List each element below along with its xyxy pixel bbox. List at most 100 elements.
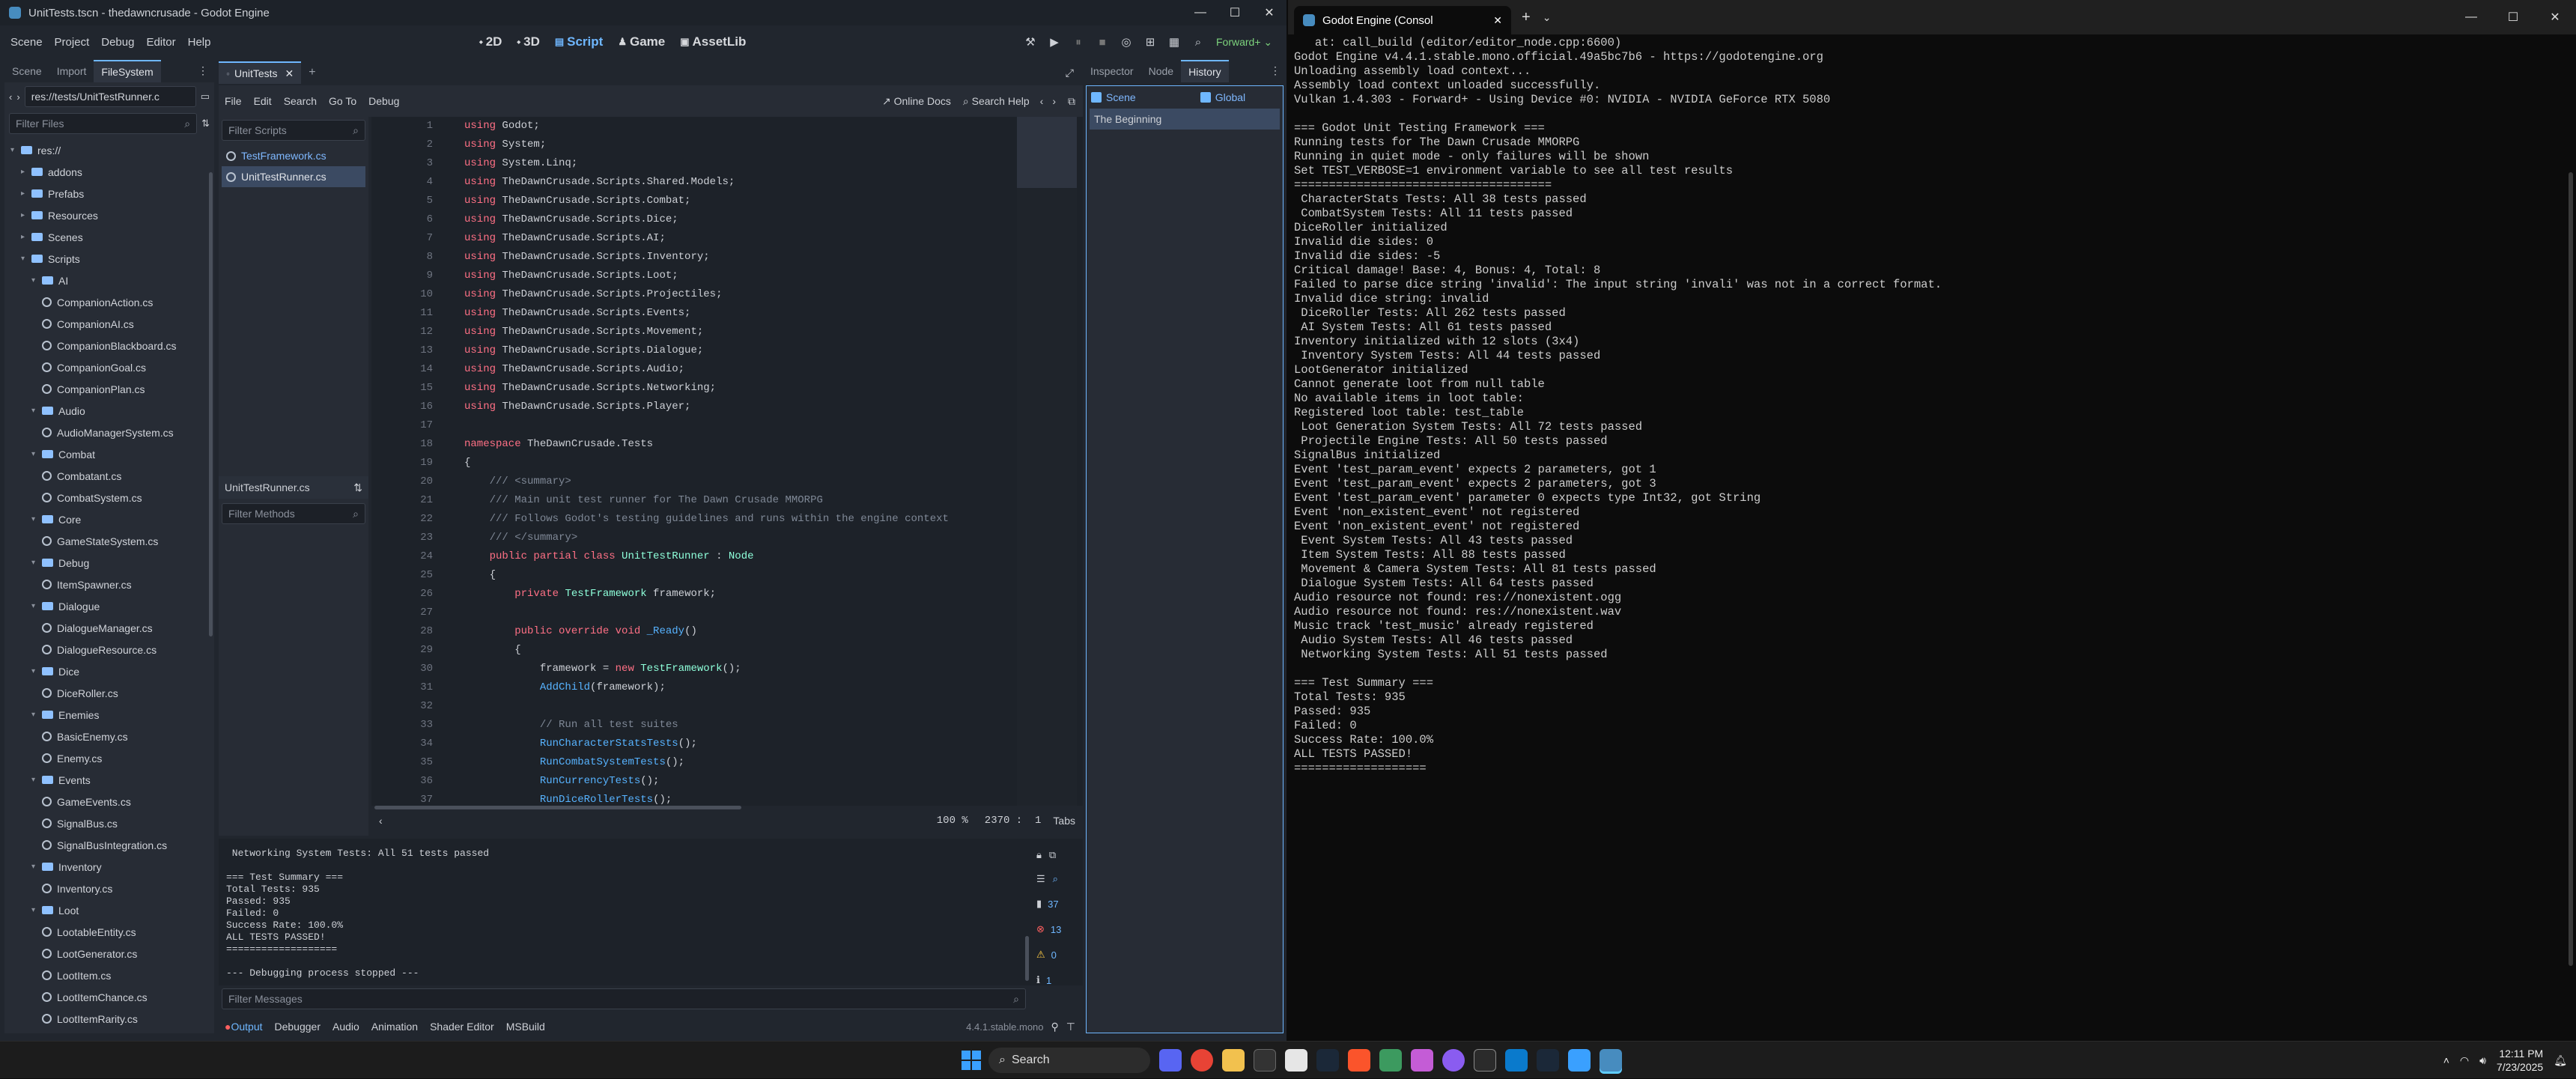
code-line[interactable]: RunCharacterStatsTests();	[464, 735, 981, 753]
code-line[interactable]: using TheDawnCrusade.Scripts.Player;	[464, 398, 981, 416]
bottom-tab-animation[interactable]: Animation	[365, 1021, 424, 1033]
code-line[interactable]: /// Follows Godot's testing guidelines a…	[464, 510, 981, 529]
minimize-button[interactable]: —	[2450, 0, 2492, 34]
file-tree-item[interactable]: CompanionBlackboard.cs	[4, 335, 214, 356]
console-tab[interactable]: Godot Engine (Consol ✕	[1294, 6, 1511, 34]
new-tab-icon[interactable]: +	[1522, 9, 1531, 26]
code-line[interactable]	[464, 697, 981, 716]
brave-icon[interactable]	[1348, 1049, 1370, 1072]
code-line[interactable]: RunCurrencyTests();	[464, 772, 981, 791]
script-menu-file[interactable]: File	[219, 95, 248, 107]
minimize-button[interactable]: —	[1183, 0, 1218, 25]
paint-icon[interactable]	[1379, 1049, 1402, 1072]
vscode-icon[interactable]	[1505, 1049, 1528, 1072]
mode-3d[interactable]: ⬩ 3D	[509, 34, 547, 49]
code-line[interactable]: using TheDawnCrusade.Scripts.Combat;	[464, 192, 981, 210]
script-menu-debug[interactable]: Debug	[362, 95, 405, 107]
code-line[interactable]	[464, 416, 981, 435]
notepad-icon[interactable]	[1568, 1049, 1591, 1072]
file-tree-item[interactable]: CompanionGoal.cs	[4, 356, 214, 378]
code-line[interactable]: using TheDawnCrusade.Scripts.Shared.Mode…	[464, 173, 981, 192]
code-line[interactable]: /// <summary>	[464, 472, 981, 491]
code-text[interactable]: using Godot; using System; using System.Li…	[464, 117, 981, 806]
indent-mode[interactable]: Tabs	[1053, 815, 1075, 827]
file-tree-item[interactable]: ▾ Enemies	[4, 704, 214, 726]
discord-icon[interactable]	[1159, 1049, 1182, 1072]
code-line[interactable]: using TheDawnCrusade.Scripts.Audio;	[464, 360, 981, 379]
file-tree-item[interactable]: GameStateSystem.cs	[4, 530, 214, 552]
script-item-unittestrunner[interactable]: UnitTestRunner.cs	[222, 166, 365, 187]
sort-icon[interactable]: ⇅	[201, 118, 210, 130]
taskbar-search[interactable]: ⌕ Search	[988, 1048, 1150, 1073]
file-tree-item[interactable]: SignalBus.cs	[4, 812, 214, 834]
code-line[interactable]: public override void _Ready()	[464, 622, 981, 641]
file-tree-item[interactable]: ▾ Debug	[4, 552, 214, 574]
terminal-icon[interactable]	[1254, 1049, 1276, 1072]
file-tree-item[interactable]: ▾ AI	[4, 270, 214, 291]
chevron-down-icon[interactable]: ▾	[31, 407, 40, 415]
bottom-tab-debugger[interactable]: Debugger	[269, 1021, 327, 1033]
tab-history[interactable]: History	[1181, 60, 1229, 82]
chevron-down-icon[interactable]: ▾	[31, 711, 40, 719]
file-tree-item[interactable]: ▸ Scenes	[4, 226, 214, 248]
forward-icon[interactable]: ›	[16, 91, 19, 103]
file-tree-item[interactable]: SignalBusIntegration.cs	[4, 834, 214, 856]
code-line[interactable]: using TheDawnCrusade.Scripts.Dice;	[464, 210, 981, 229]
pause-icon[interactable]: ⏸	[1068, 36, 1089, 49]
file-tree-item[interactable]: GameEvents.cs	[4, 791, 214, 812]
search-icon[interactable]: ⌕	[1188, 36, 1209, 49]
windows-start-icon[interactable]	[962, 1051, 981, 1070]
script-menu-goto[interactable]: Go To	[323, 95, 362, 107]
expand-panel-icon[interactable]: ⊤	[1066, 1021, 1083, 1033]
file-explorer-icon[interactable]	[1222, 1049, 1245, 1072]
maximize-button[interactable]: ☐	[1218, 0, 1252, 25]
lock-icon[interactable]: 🔒︎	[1036, 849, 1042, 861]
mode-assetlib[interactable]: ▣ AssetLib	[672, 34, 753, 49]
file-tree-item[interactable]: ▾ Core	[4, 508, 214, 530]
file-tree-item[interactable]: ▾ Inventory	[4, 856, 214, 878]
code-line[interactable]: {	[464, 454, 981, 472]
wifi-icon[interactable]: ◠	[2460, 1054, 2469, 1067]
filter-messages-input[interactable]: Filter Messages ⌕	[222, 988, 1026, 1009]
bottom-tab-msbuild[interactable]: MSBuild	[500, 1021, 551, 1033]
tree-scrollbar[interactable]	[209, 172, 213, 636]
chevron-down-icon[interactable]: ▾	[31, 515, 40, 523]
calendar-icon[interactable]	[1285, 1049, 1307, 1072]
code-line[interactable]: using TheDawnCrusade.Scripts.Projectiles…	[464, 285, 981, 304]
code-line[interactable]: using TheDawnCrusade.Scripts.Events;	[464, 304, 981, 323]
filter-info-toggle[interactable]: ℹ1	[1032, 967, 1083, 993]
distraction-free-icon[interactable]: ⤢	[1066, 67, 1074, 79]
code-line[interactable]: AddChild(framework);	[464, 678, 981, 697]
file-tree-item[interactable]: BasicEnemy.cs	[4, 726, 214, 747]
file-tree-item[interactable]: ▾ Loot	[4, 899, 214, 921]
close-button[interactable]: ✕	[2534, 0, 2576, 34]
file-tree-item[interactable]: ▾ Events	[4, 769, 214, 791]
code-line[interactable]: using TheDawnCrusade.Scripts.Dialogue;	[464, 341, 981, 360]
search-icon[interactable]: ⌕	[1053, 873, 1058, 885]
path-field[interactable]: res://tests/UnitTestRunner.c	[24, 86, 196, 107]
filter-warnings-toggle[interactable]: ⚠ 0	[1032, 942, 1083, 967]
script-menu-edit[interactable]: Edit	[248, 95, 278, 107]
back-icon[interactable]: ‹	[9, 91, 12, 103]
terminal-icon[interactable]	[1474, 1049, 1496, 1072]
dock-menu-icon[interactable]: ⋮	[1264, 60, 1287, 82]
tab-scene[interactable]: Scene	[4, 60, 49, 82]
copy-icon[interactable]: ⧉	[1049, 849, 1056, 861]
menu-scene[interactable]: Scene	[4, 36, 49, 49]
scene-tab-unittests[interactable]: ◦ UnitTests ✕	[219, 61, 302, 84]
code-line[interactable]: {	[464, 566, 981, 585]
file-tree-item[interactable]: Inventory.cs	[4, 878, 214, 899]
file-tree-item[interactable]: ▾ Dice	[4, 660, 214, 682]
notification-bell-icon[interactable]: 🔔︎	[2554, 1054, 2567, 1067]
bottom-tab-shader-editor[interactable]: Shader Editor	[424, 1021, 500, 1033]
console-scrollbar[interactable]	[2569, 172, 2573, 966]
chevron-down-icon[interactable]: ▾	[31, 906, 40, 914]
code-line[interactable]: /// Main unit test runner for The Dawn C…	[464, 491, 981, 510]
script-menu-search[interactable]: Search	[278, 95, 323, 107]
chevron-down-icon[interactable]: ▾	[31, 559, 40, 567]
chevron-down-icon[interactable]: ⌄	[1543, 11, 1552, 24]
code-line[interactable]: {	[464, 641, 981, 660]
menu-editor[interactable]: Editor	[140, 36, 181, 49]
mode-game[interactable]: ♟ Game	[610, 34, 672, 49]
global-checkbox[interactable]: Global	[1200, 91, 1245, 103]
